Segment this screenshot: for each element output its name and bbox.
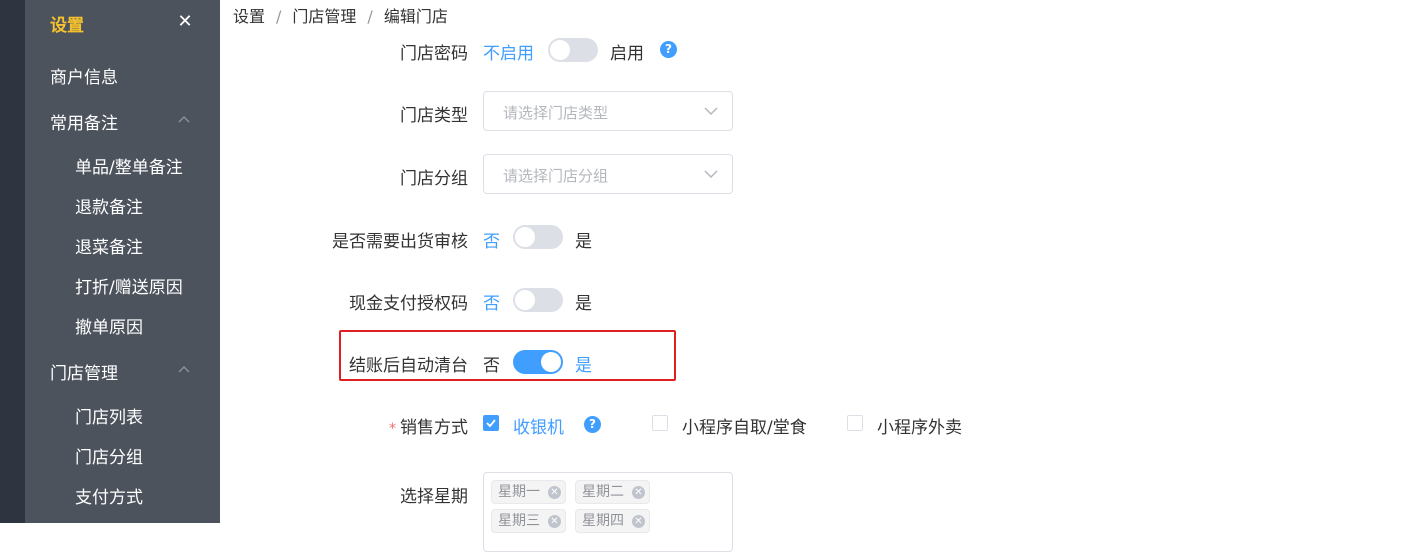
sidebar-item-refund-notes[interactable]: 退款备注 — [75, 193, 143, 218]
store-password-on-text: 启用 — [610, 44, 644, 64]
check-icon — [486, 419, 496, 428]
store-password-switch[interactable] — [548, 38, 598, 62]
help-icon[interactable]: ? — [660, 41, 677, 58]
store-group-select[interactable]: 请选择门店分组 — [483, 154, 733, 194]
shipment-review-switch[interactable] — [513, 225, 563, 249]
weekday-tag-label: 星期四 — [582, 513, 624, 529]
switch-knob — [541, 352, 561, 372]
sidebar-item-return-dish-notes[interactable]: 退菜备注 — [75, 233, 143, 258]
tag-close-icon[interactable]: ✕ — [632, 515, 645, 528]
app-rail — [0, 0, 25, 523]
auto-clear-table-label: 结账后自动清台 — [349, 356, 468, 376]
weekday-tag: 星期四 ✕ — [575, 509, 650, 533]
settings-sidebar: 设置 ✕ 商户信息 常用备注 单品/整单备注 退款备注 退菜备注 打折/赠送原因… — [25, 0, 220, 523]
checkbox-miniprogram-pickup-label[interactable]: 小程序自取/堂食 — [682, 413, 807, 438]
weekdays-label: 选择星期 — [400, 487, 468, 507]
shipment-review-off-text: 否 — [483, 232, 500, 252]
help-icon[interactable]: ? — [584, 416, 601, 433]
sidebar-item-cancel-reasons[interactable]: 撤单原因 — [75, 313, 143, 338]
switch-knob — [515, 227, 535, 247]
sidebar-group-common-notes[interactable]: 常用备注 — [50, 109, 118, 134]
store-group-label: 门店分组 — [400, 169, 468, 189]
shipment-review-on-text: 是 — [575, 232, 592, 252]
sidebar-header: 设置 ✕ — [25, 0, 220, 46]
store-type-placeholder: 请选择门店类型 — [503, 104, 609, 122]
weekday-tag: 星期一 ✕ — [491, 480, 566, 504]
cash-auth-code-off-text: 否 — [483, 294, 500, 314]
switch-knob — [550, 40, 570, 60]
breadcrumb: 设置 / 门店管理 / 编辑门店 — [233, 3, 448, 27]
chevron-down-icon — [704, 170, 718, 179]
sales-method-label-text: 销售方式 — [400, 418, 468, 438]
weekday-tag-label: 星期三 — [498, 513, 540, 529]
tag-close-icon[interactable]: ✕ — [548, 486, 561, 499]
sales-method-label: * 销售方式 — [228, 413, 468, 438]
store-password-label: 门店密码 — [400, 44, 468, 64]
cash-auth-code-switch[interactable] — [513, 288, 563, 312]
breadcrumb-item[interactable]: 门店管理 — [292, 7, 356, 26]
checkbox-cashier-label[interactable]: 收银机 — [513, 413, 564, 438]
breadcrumb-separator: / — [367, 7, 373, 26]
weekday-tag: 星期三 ✕ — [491, 509, 566, 533]
sidebar-title: 设置 — [50, 16, 84, 36]
cash-auth-code-on-text: 是 — [575, 294, 592, 314]
close-icon[interactable]: ✕ — [177, 12, 193, 32]
switch-knob — [515, 290, 535, 310]
weekday-tag-label: 星期二 — [582, 484, 624, 500]
breadcrumb-separator: / — [276, 7, 282, 26]
checkbox-miniprogram-delivery-label[interactable]: 小程序外卖 — [877, 413, 962, 438]
required-mark: * — [389, 421, 396, 437]
sidebar-item-payment-methods[interactable]: 支付方式 — [75, 483, 143, 508]
sidebar-item-store-groups[interactable]: 门店分组 — [75, 443, 143, 468]
chevron-up-icon[interactable] — [177, 364, 191, 374]
checkbox-cashier[interactable] — [483, 415, 499, 431]
store-type-select[interactable]: 请选择门店类型 — [483, 91, 733, 131]
auto-clear-table-switch[interactable] — [513, 350, 563, 374]
weekday-tag: 星期二 ✕ — [575, 480, 650, 504]
breadcrumb-current: 编辑门店 — [383, 7, 448, 26]
store-type-label: 门店类型 — [400, 106, 468, 126]
sidebar-item-store-list[interactable]: 门店列表 — [75, 403, 143, 428]
store-password-off-text: 不启用 — [483, 44, 534, 64]
checkbox-miniprogram-delivery[interactable] — [847, 415, 863, 431]
shipment-review-label: 是否需要出货审核 — [332, 232, 468, 252]
sidebar-item-discount-gift-reasons[interactable]: 打折/赠送原因 — [75, 273, 183, 298]
chevron-down-icon — [704, 107, 718, 116]
weekdays-select[interactable]: 星期一 ✕ 星期二 ✕ 星期三 ✕ 星期四 ✕ — [483, 472, 733, 552]
breadcrumb-item[interactable]: 设置 — [233, 7, 265, 26]
auto-clear-table-off-text: 否 — [483, 356, 500, 376]
tag-close-icon[interactable]: ✕ — [548, 515, 561, 528]
sidebar-item-item-order-notes[interactable]: 单品/整单备注 — [75, 153, 183, 178]
weekday-tag-label: 星期一 — [498, 484, 540, 500]
store-group-placeholder: 请选择门店分组 — [503, 167, 609, 185]
tag-close-icon[interactable]: ✕ — [632, 486, 645, 499]
checkbox-miniprogram-pickup[interactable] — [652, 415, 668, 431]
sidebar-group-store-management[interactable]: 门店管理 — [50, 359, 118, 384]
cash-auth-code-label: 现金支付授权码 — [349, 294, 468, 314]
sidebar-item-merchant-info[interactable]: 商户信息 — [50, 63, 118, 88]
chevron-up-icon[interactable] — [177, 114, 191, 124]
auto-clear-table-on-text: 是 — [575, 356, 592, 376]
